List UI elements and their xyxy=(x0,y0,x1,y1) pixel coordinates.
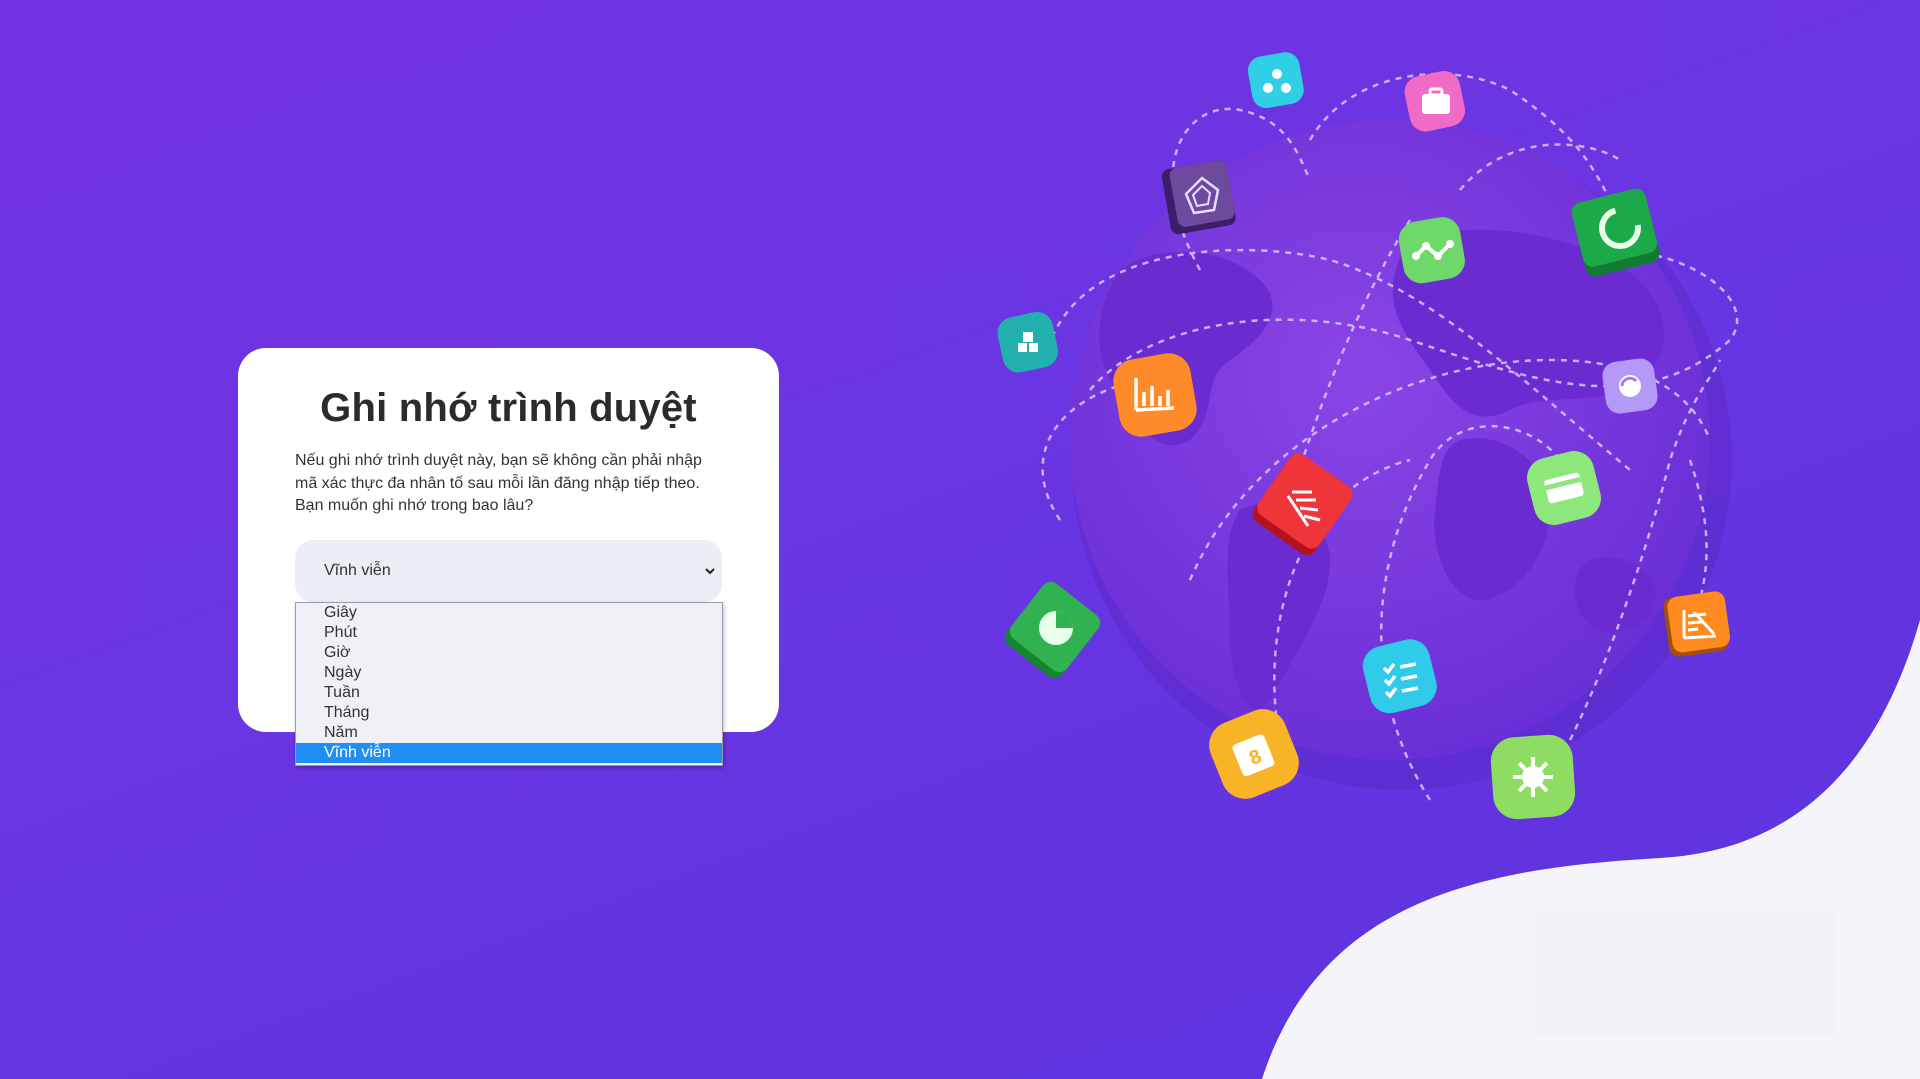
duration-option-years[interactable]: Năm xyxy=(296,723,722,743)
faint-panel xyxy=(1535,912,1835,1037)
duration-dropdown-list: Giây Phút Giờ Ngày Tuần Tháng Năm Vĩnh v… xyxy=(295,602,723,766)
network-icon xyxy=(1248,52,1304,109)
duration-option-weeks[interactable]: Tuần xyxy=(296,683,722,703)
duration-option-hours[interactable]: Giờ xyxy=(296,643,722,663)
briefcase-icon xyxy=(1404,70,1466,132)
blocks-icon xyxy=(997,311,1059,373)
virus-icon xyxy=(1490,734,1576,820)
pie-chart-icon xyxy=(1005,581,1101,679)
duration-option-months[interactable]: Tháng xyxy=(296,703,722,723)
duration-option-minutes[interactable]: Phút xyxy=(296,623,722,643)
duration-select[interactable]: Vĩnh viễn xyxy=(295,540,722,602)
duration-option-forever[interactable]: Vĩnh viễn xyxy=(296,743,722,763)
duration-select-value: Vĩnh viễn xyxy=(324,562,391,579)
chevron-down-icon xyxy=(702,540,718,602)
refresh-globe-icon xyxy=(1602,358,1658,414)
duration-option-days[interactable]: Ngày xyxy=(296,663,722,683)
globe-illustration xyxy=(1041,72,1739,801)
bar-chart-up-icon xyxy=(1113,353,1197,437)
donut-chart-icon xyxy=(1571,188,1660,277)
dialog-description: Nếu ghi nhớ trình duyệt này, bạn sẽ khôn… xyxy=(295,452,702,514)
calendar-icon: 8 xyxy=(1209,709,1299,799)
funnel-chart-icon xyxy=(1663,591,1731,657)
radar-chart-icon xyxy=(1161,160,1236,235)
credit-card-icon xyxy=(1527,451,1601,525)
duration-option-seconds[interactable]: Giây xyxy=(296,603,722,623)
dialog-title: Ghi nhớ trình duyệt xyxy=(320,386,697,430)
graph-line-icon xyxy=(1398,217,1465,284)
checklist-icon xyxy=(1362,639,1437,714)
bar-chart-3d-icon xyxy=(1252,453,1353,556)
